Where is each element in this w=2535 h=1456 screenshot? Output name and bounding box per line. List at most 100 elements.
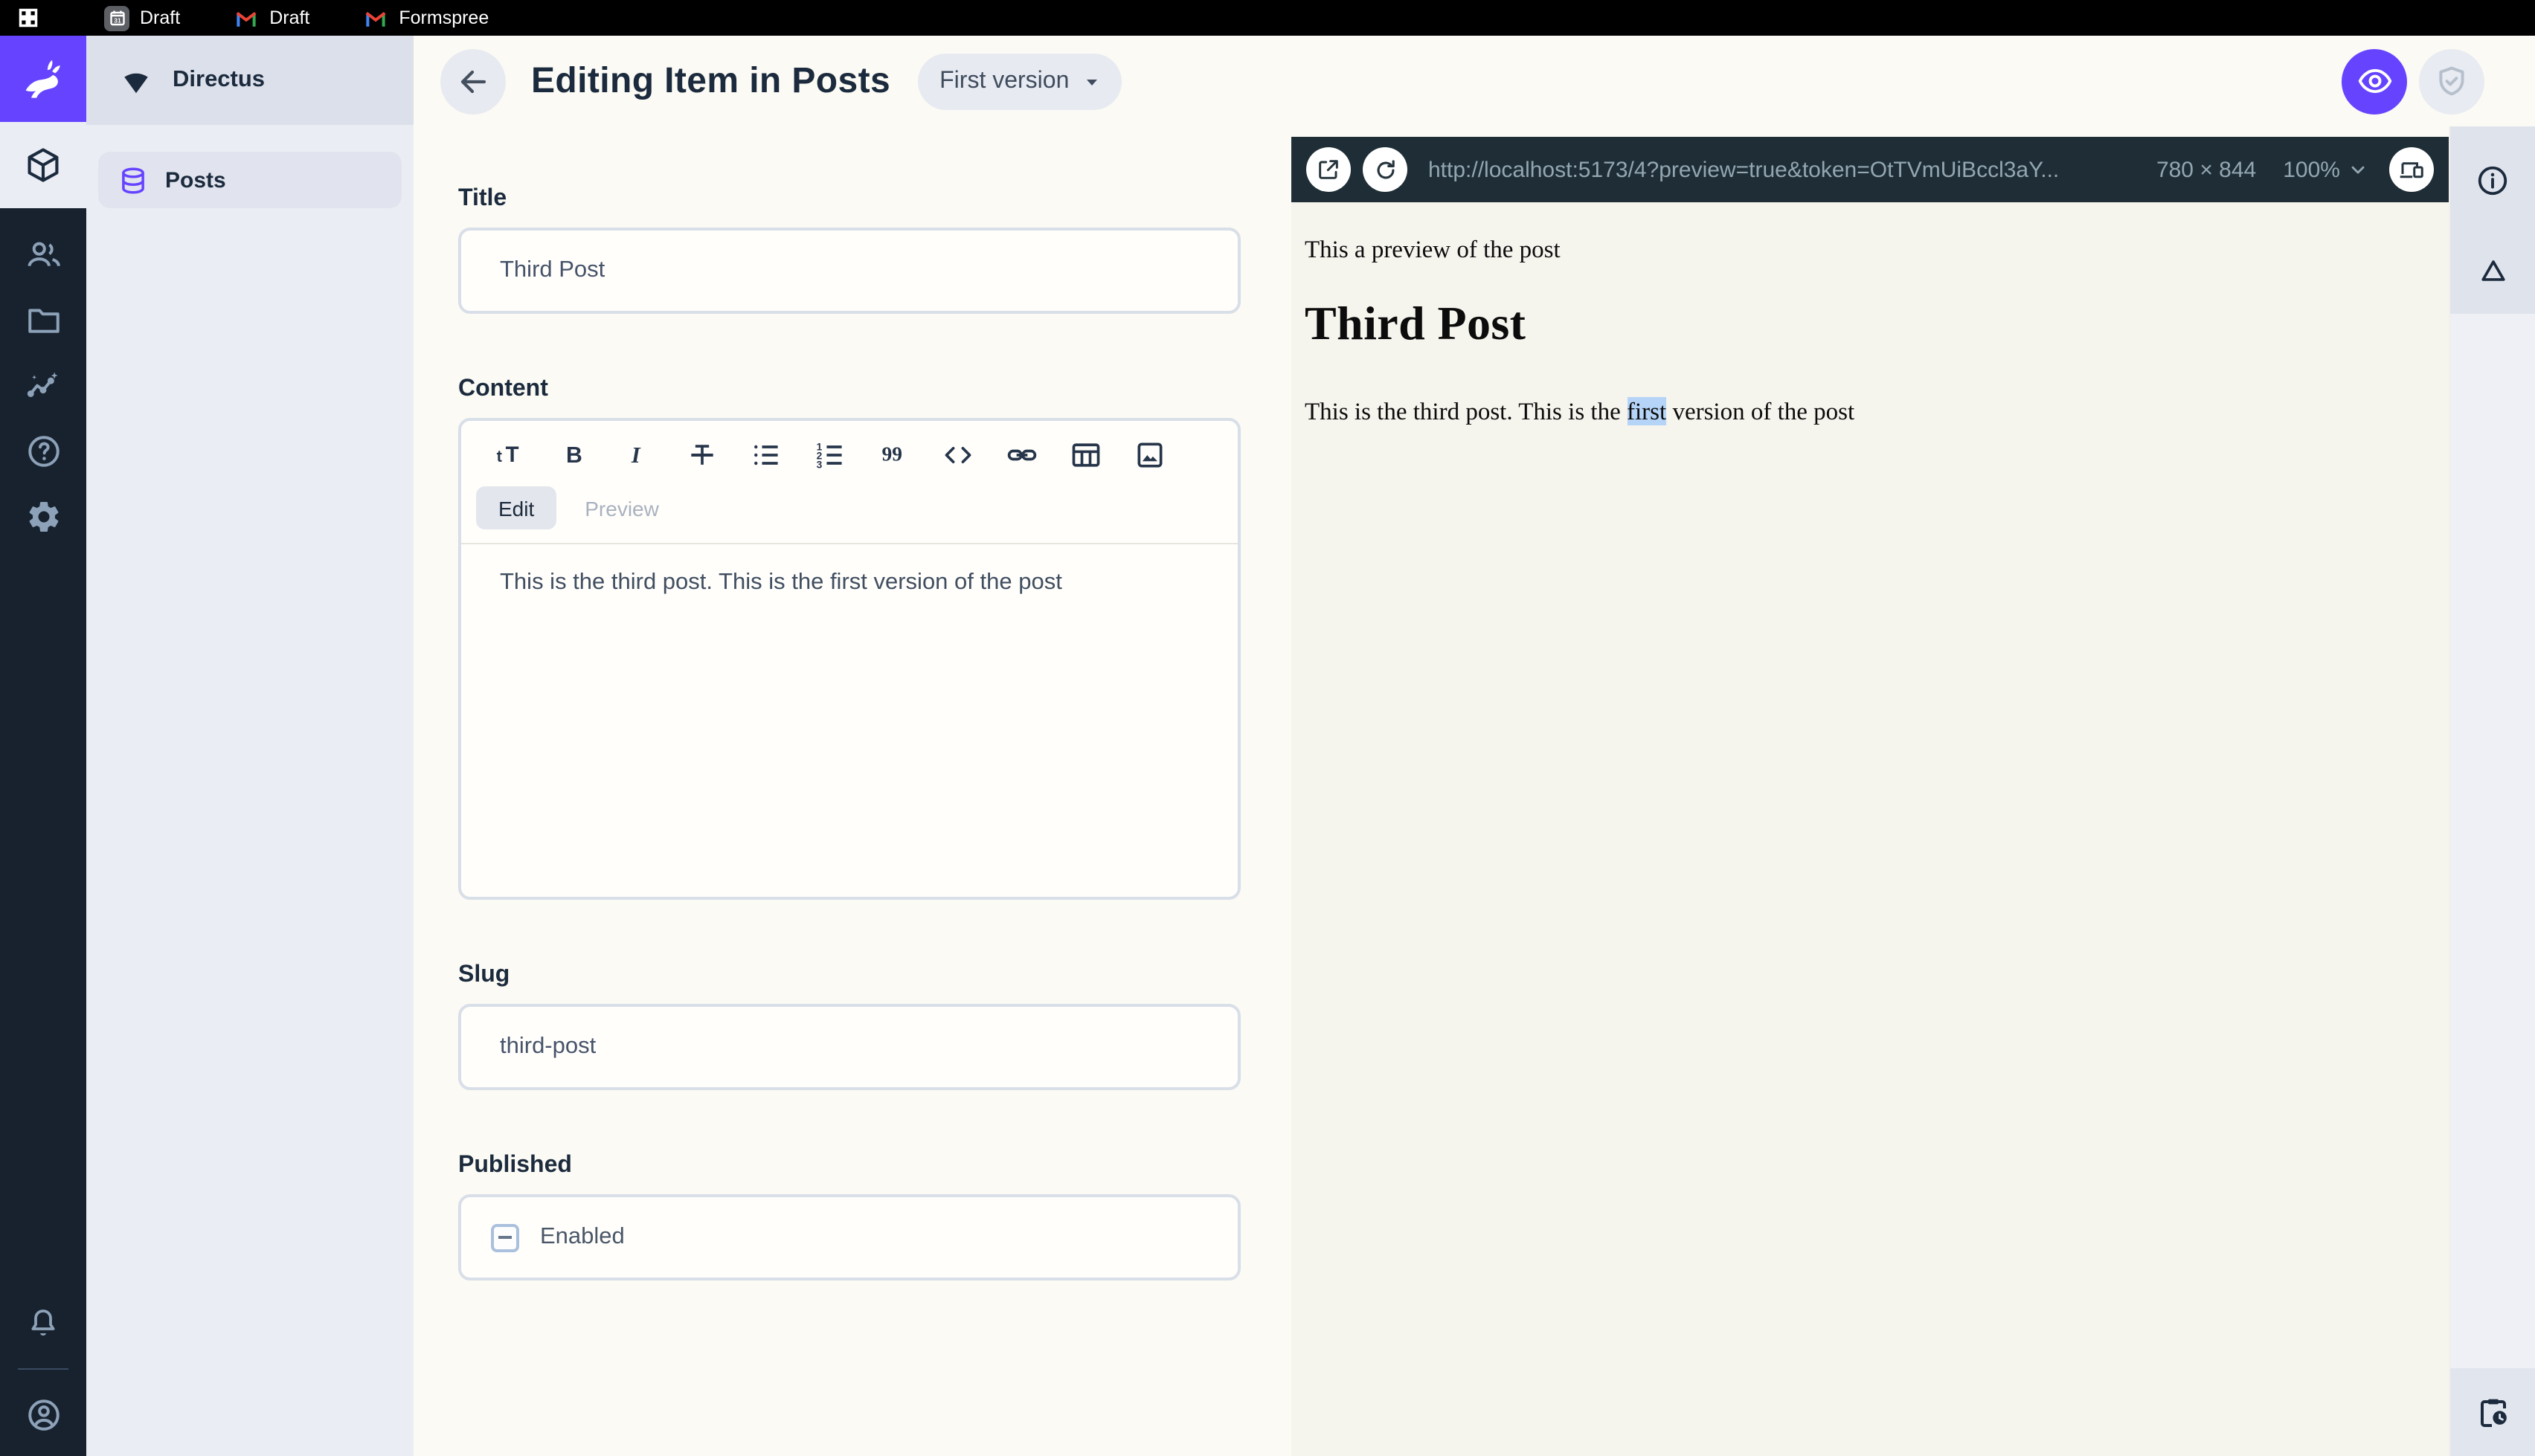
table-button[interactable] [1070,439,1102,471]
strikethrough-button[interactable] [686,439,719,471]
content-textarea[interactable]: This is the third post. This is the firs… [461,544,1238,897]
responsive-mode-button[interactable] [2389,147,2434,192]
information-section-button[interactable] [2460,147,2525,213]
svg-text:I: I [631,442,641,468]
browser-tab-draft-calendar[interactable]: 31 Draft [104,5,180,30]
svg-text:99: 99 [882,442,903,465]
pending-actions-button[interactable] [2460,1379,2525,1445]
clipboard-clock-icon [2480,1398,2506,1426]
preview-paragraph: This is the third post. This is the firs… [1305,397,2434,427]
sidebar-empty-area [2450,314,2535,1368]
slug-input[interactable] [458,1004,1241,1090]
page-header: Editing Item in Posts First version [414,36,2535,126]
module-content[interactable] [0,122,86,208]
refresh-icon [1376,159,1394,178]
revisions-section-button[interactable] [2460,238,2525,303]
numbered-list-button[interactable]: 123 [814,439,846,471]
cube-icon [28,148,59,182]
users-icon [27,241,60,266]
bulleted-list-button[interactable] [750,439,783,471]
sidebar-item-posts[interactable]: Posts [98,152,402,208]
preview-intro-text: This a preview of the post [1305,235,1561,263]
main-body: Title Content tT B I 123 [414,126,2535,1456]
bold-button[interactable]: B [558,439,591,471]
module-users[interactable] [0,222,86,287]
preview-url-bar: http://localhost:5173/4?preview=true&tok… [1291,137,2449,202]
tab-edit[interactable]: Edit [476,486,557,529]
main-area: Editing Item in Posts First version Titl… [414,36,2535,1456]
version-selector[interactable]: First version [917,53,1122,109]
help-icon [28,435,59,466]
eye-icon [2357,68,2391,94]
shield-check-icon [2439,65,2464,95]
code-button[interactable] [942,439,974,471]
module-files[interactable] [0,287,86,352]
module-bar-divider [18,1368,68,1370]
browser-tab-bar: 31 Draft Draft Formspree [0,0,2535,36]
calendar-icon: 31 [104,5,129,30]
browser-tab-label: Draft [140,7,181,28]
tab-preview[interactable]: Preview [562,486,681,529]
rabbit-logo-icon [25,59,60,98]
sidebar-item-label: Posts [165,167,226,193]
field-published: Published Enabled [458,1153,1241,1281]
gmail-icon [363,5,388,30]
published-toggle[interactable]: Enabled [458,1194,1241,1281]
open-in-new-icon [1319,160,1338,179]
field-label: Published [458,1153,572,1178]
viewport-size: 780 × 844 [2156,157,2257,182]
zoom-level: 100% [2283,157,2340,182]
gmail-icon [234,5,259,30]
project-logo-icon [124,72,148,93]
module-insights[interactable] [0,352,86,418]
svg-text:31: 31 [113,17,121,25]
field-content: Content tT B I 123 99 Edit Preview This … [458,376,1241,900]
checkbox-indeterminate-icon[interactable] [491,1223,519,1252]
title-input[interactable] [458,228,1241,314]
open-in-new-button[interactable] [1306,147,1351,192]
preview-iframe[interactable]: This a preview of the post Third Post Th… [1291,202,2449,1456]
screen: 31 Draft Draft Formspree Directus Posts … [0,0,2535,1456]
app-window: Directus Posts Editing Item in Posts Fir… [0,36,2535,1456]
bell-icon [31,1310,55,1336]
module-help[interactable] [0,418,86,483]
user-avatar-button[interactable] [0,1382,86,1447]
highlighted-text: first [1627,397,1667,425]
module-settings[interactable] [0,483,86,549]
project-name: Directus [173,67,266,92]
zoom-selector[interactable]: 100% [2283,157,2368,182]
preview-url[interactable]: http://localhost:5173/4?preview=true&tok… [1428,157,2130,182]
field-label: Content [458,376,548,402]
gear-icon [28,501,58,531]
refresh-button[interactable] [1363,147,1407,192]
info-icon [2478,165,2507,195]
database-icon [122,167,144,193]
image-button[interactable] [1134,439,1166,471]
arrow-left-icon [460,69,486,93]
paragraph-text: This is the third post. This is the [1305,397,1627,425]
folder-icon [28,308,59,332]
browser-tab-formspree[interactable]: Formspree [363,5,489,30]
notifications-button[interactable] [0,1291,86,1356]
editor-tabs: Edit Preview [461,477,1238,544]
live-preview-panel: http://localhost:5173/4?preview=true&tok… [1291,126,2449,1456]
directus-logo[interactable] [0,36,86,122]
version-label: First version [939,68,1070,93]
link-button[interactable] [1006,439,1038,471]
browser-tab-draft-gmail[interactable]: Draft [234,5,309,30]
chevron-down-icon [2351,166,2365,174]
project-header[interactable]: Directus [86,36,414,125]
devices-icon [2400,162,2423,178]
blockquote-button[interactable]: 99 [878,439,910,471]
tab-grid-icon[interactable] [18,7,39,28]
italic-button[interactable]: I [622,439,655,471]
promote-version-button[interactable] [2419,48,2484,114]
live-preview-toggle-button[interactable] [2342,48,2407,114]
field-title: Title [458,186,1241,314]
caret-down-icon [1086,79,1097,85]
module-bar [0,36,86,1456]
markdown-editor: tT B I 123 99 Edit Preview This is the t… [458,418,1241,900]
back-button[interactable] [440,48,506,114]
field-label: Title [458,186,507,211]
heading-button[interactable]: tT [494,439,527,471]
